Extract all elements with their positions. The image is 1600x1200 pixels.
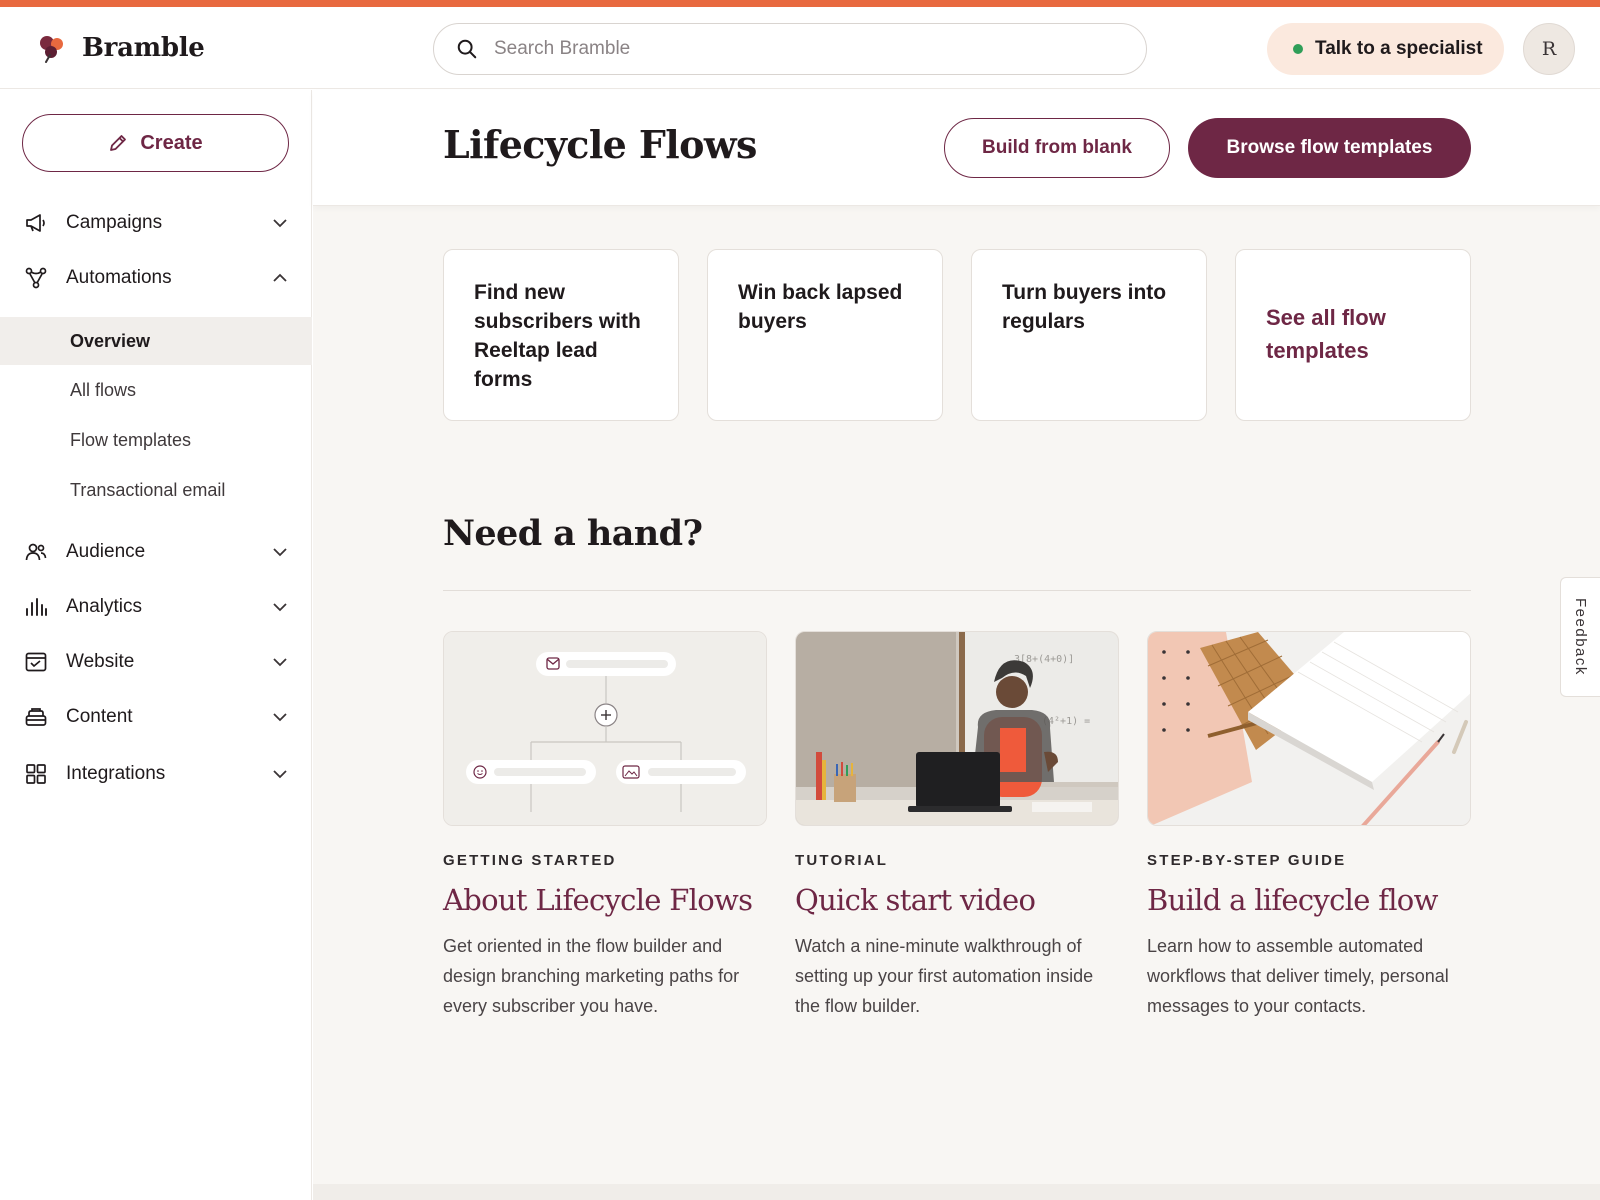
sidebar-item-campaigns[interactable]: Campaigns [0,198,312,248]
bar-chart-icon [24,595,48,619]
megaphone-icon [24,211,48,235]
notebook-photo [1147,631,1471,826]
bramble-logo-icon [40,36,63,63]
chevron-down-icon[interactable] [271,653,289,671]
browse-flow-templates-button[interactable]: Browse flow templates [1188,118,1471,178]
tutorial-video-thumbnail[interactable]: 3[8+(4+0)] (4²+1) = [795,631,1119,826]
feedback-label: Feedback [1572,598,1589,676]
search-bar[interactable] [433,23,1147,75]
online-status-dot [1293,44,1303,54]
chevron-down-icon[interactable] [271,214,289,232]
tile-label: Win back lapsed buyers [738,281,903,333]
flow-template-tile[interactable]: Find new subscribers with Reeltap lead f… [443,249,679,421]
chevron-down-icon[interactable] [271,598,289,616]
sidebar-subitem-label: Overview [70,330,151,351]
sidebar-item-audience[interactable]: Audience [0,527,312,577]
create-label: Create [140,131,203,154]
flow-diagram-illustration [443,631,767,826]
main-content: Lifecycle Flows Build from blank Browse … [313,90,1600,1200]
pencil-icon [110,135,127,151]
section-title: Need a hand? [443,513,703,554]
sidebar-item-label: Automations [66,267,172,288]
sidebar-subitem-label: Transactional email [70,479,226,500]
chevron-down-icon[interactable] [271,543,289,561]
build-from-blank-button[interactable]: Build from blank [944,118,1170,178]
section-divider [443,590,1471,591]
sidebar-subitem-overview[interactable]: Overview [0,317,312,365]
card-eyebrow: GETTING STARTED [443,852,617,869]
grid-icon [24,762,48,786]
sidebar-item-integrations[interactable]: Integrations [0,749,312,799]
sidebar-subitem-flow-templates[interactable]: Flow templates [0,416,312,464]
chevron-up-icon[interactable] [271,269,289,287]
sidebar-item-label: Analytics [66,596,143,617]
sidebar-item-label: Website [66,651,135,672]
page-header: Lifecycle Flows Build from blank Browse … [313,90,1600,206]
help-card[interactable]: 3[8+(4+0)] (4²+1) = TUTORIAL Quick start… [795,631,1119,1021]
tile-label: See all flow templates [1266,305,1386,363]
card-title[interactable]: Build a lifecycle flow [1147,883,1471,917]
page-title: Lifecycle Flows [443,122,757,167]
sidebar-subitem-label: All flows [70,379,137,400]
sidebar-item-label: Content [66,706,133,727]
specialist-label: Talk to a specialist [1315,38,1483,59]
tile-label: Turn buyers into regulars [1002,281,1167,333]
automation-icon [24,266,48,290]
feedback-tab[interactable]: Feedback [1560,577,1600,697]
sidebar-subitem-label: Flow templates [70,429,192,450]
app-header: Bramble Talk to a specialist R [0,7,1600,89]
sidebar: Create Campaigns Automations Overview Al… [0,90,312,1200]
create-button[interactable]: Create [22,114,289,172]
see-all-templates-tile[interactable]: See all flow templates [1235,249,1471,421]
people-icon [24,540,48,564]
chevron-down-icon[interactable] [271,708,289,726]
sidebar-item-website[interactable]: Website [0,637,312,687]
sidebar-subitem-all-flows[interactable]: All flows [0,366,312,414]
card-description: Learn how to assemble automated workflow… [1147,936,1449,1016]
sidebar-item-label: Audience [66,541,146,562]
search-icon [457,39,477,59]
logo[interactable]: Bramble [36,33,205,63]
chevron-down-icon[interactable] [271,765,289,783]
top-accent-bar [0,0,1600,7]
card-description: Get oriented in the flow builder and des… [443,936,740,1016]
sidebar-item-analytics[interactable]: Analytics [0,582,312,632]
card-title[interactable]: About Lifecycle Flows [443,883,767,917]
sidebar-subitem-transactional-email[interactable]: Transactional email [0,466,312,514]
card-eyebrow: STEP-BY-STEP GUIDE [1147,852,1347,869]
flow-template-tile[interactable]: Turn buyers into regulars [971,249,1207,421]
talk-to-specialist-button[interactable]: Talk to a specialist [1267,23,1504,75]
help-card[interactable]: STEP-BY-STEP GUIDE Build a lifecycle flo… [1147,631,1471,1021]
user-avatar[interactable]: R [1523,23,1575,75]
avatar-initial: R [1541,38,1557,60]
app-name: Bramble [82,33,205,63]
card-description: Watch a nine-minute walkthrough of setti… [795,936,1094,1016]
help-card[interactable]: GETTING STARTED About Lifecycle Flows Ge… [443,631,767,1021]
card-title[interactable]: Quick start video [795,883,1119,917]
page-footer-edge [313,1184,1600,1200]
stack-icon [24,705,48,729]
browser-icon [24,650,48,674]
card-eyebrow: TUTORIAL [795,852,889,869]
flow-template-tile[interactable]: Win back lapsed buyers [707,249,943,421]
sidebar-item-content[interactable]: Content [0,692,312,742]
tile-label: Find new subscribers with Reeltap lead f… [474,281,641,391]
search-input[interactable] [494,38,1094,60]
sidebar-item-automations[interactable]: Automations [0,253,312,303]
sidebar-item-label: Campaigns [66,212,163,233]
sidebar-item-label: Integrations [66,763,166,784]
